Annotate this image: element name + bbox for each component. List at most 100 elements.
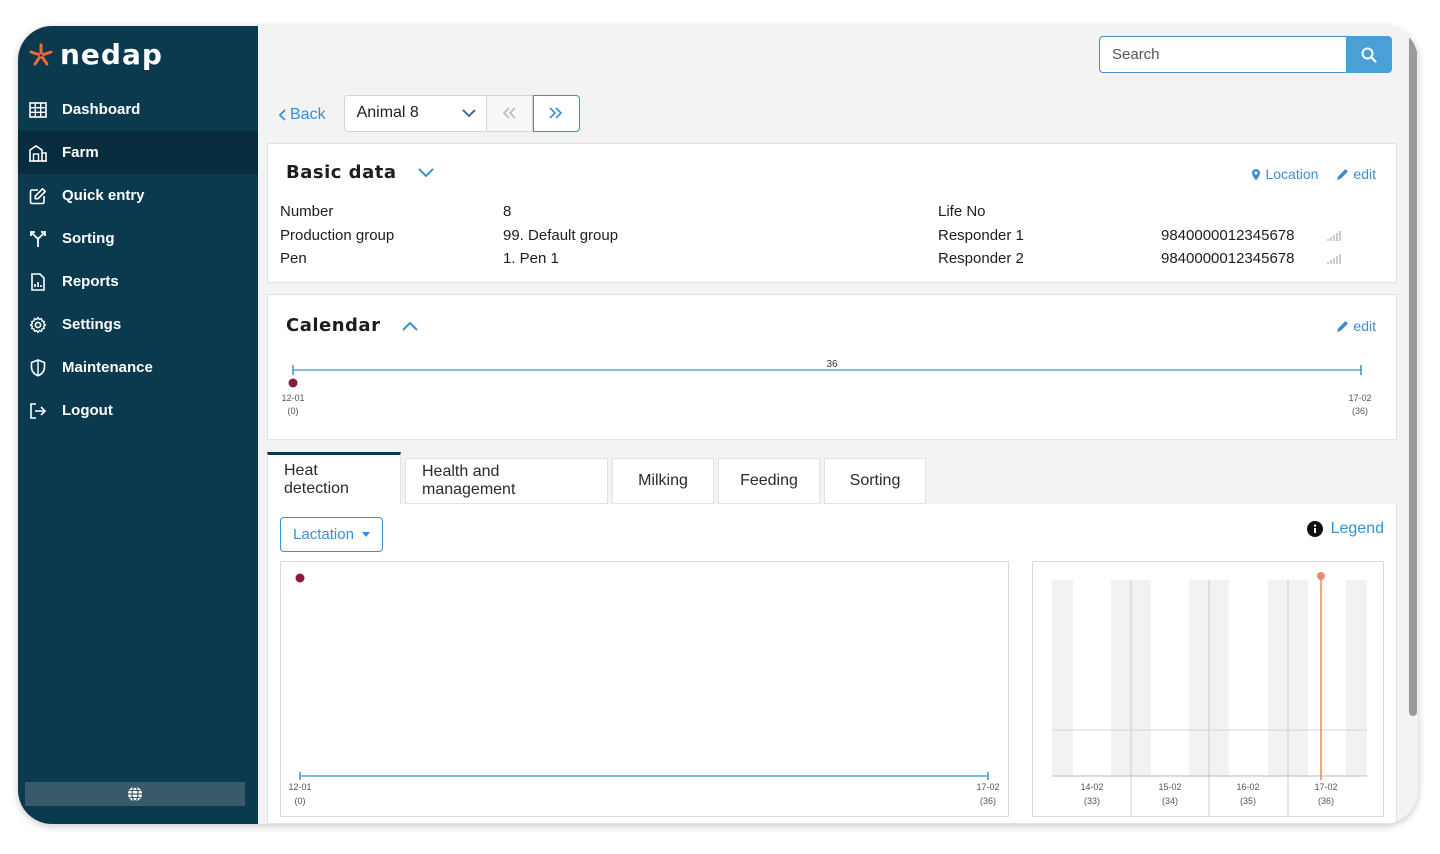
field-label-production-group: Production group [280,227,395,244]
day-band [1346,580,1367,776]
animal-select[interactable]: Animal 8 [343,94,487,132]
sidebar-item-settings[interactable]: Settings [18,303,258,346]
caret-down-icon [361,532,370,537]
sidebar-item-label: Sorting [62,230,115,247]
main-chart-start-day: (0) [295,796,306,806]
search-button[interactable] [1346,36,1392,73]
shield-icon [28,358,48,378]
heat-activity-chart: 14-02 (33) 15-02 (34) 16-02 (35) 17-02 (… [1032,561,1384,817]
field-label-number: Number [280,203,334,220]
next-animal-button[interactable] [532,94,580,132]
search-bar [1099,36,1392,73]
calendar-card: Calendar edit 36 12-01 (0) 17-02 (36) [267,294,1397,440]
field-value-pen: 1. Pen 1 [503,250,559,267]
timeline-end-date: 17-02 [1348,393,1371,403]
sidebar-item-label: Farm [62,144,99,161]
sidebar-item-label: Dashboard [62,101,141,118]
signal-strength-icon [1327,231,1341,241]
sidebar-item-quick-entry[interactable]: Quick entry [18,174,258,217]
sidebar-item-dashboard[interactable]: Dashboard [18,88,258,131]
fork-icon [28,229,48,249]
sidebar-item-sorting[interactable]: Sorting [18,217,258,260]
pencil-icon [1337,168,1349,180]
animal-toolbar: Back Animal 8 [278,94,580,132]
collapse-toggle[interactable] [418,167,435,178]
heat-marker-dot[interactable] [1317,572,1325,580]
tab-heat-detection[interactable]: Heat detection [267,452,401,504]
back-label: Back [290,106,326,123]
field-value-number: 8 [503,203,512,220]
basic-data-title: Basic data [286,162,397,183]
chevron-down-icon [418,167,435,177]
location-link[interactable]: Location [1251,166,1318,182]
field-label-pen: Pen [280,250,307,267]
sidebar: nedap Dashboard Farm Quick entry Sorting… [18,26,258,824]
calendar-event-dot[interactable] [288,378,298,388]
brand-name: nedap [60,38,163,71]
heat-main-chart: 12-01 (0) 17-02 (36) [280,561,1009,817]
day-number-label: (35) [1240,796,1256,806]
lactation-dropdown[interactable]: Lactation [280,517,383,552]
logo[interactable]: nedap [28,38,163,71]
sidebar-item-label: Reports [62,273,119,290]
previous-animal-button[interactable] [486,94,533,132]
nedap-star-icon [29,43,53,65]
field-label-life-no: Life No [938,203,986,220]
field-value-responder-2: 9840000012345678 [1161,250,1295,267]
double-chevron-left-icon [502,107,516,119]
timeline-start-date: 12-01 [281,393,304,403]
detail-tabs: Heat detection Health and management Mil… [267,452,930,504]
heat-event-dot[interactable] [295,573,305,583]
page-scrollbar[interactable] [1409,36,1417,716]
edit-basic-data-link[interactable]: edit [1336,166,1376,182]
tab-feeding[interactable]: Feeding [718,458,820,504]
sidebar-nav: Dashboard Farm Quick entry Sorting Repor… [18,88,258,432]
signal-strength-icon [1327,254,1341,264]
sidebar-item-label: Maintenance [62,359,153,376]
main-chart-end-day: (36) [980,796,996,806]
search-icon [1361,47,1377,63]
sidebar-item-reports[interactable]: Reports [18,260,258,303]
day-date-label: 16-02 [1236,782,1259,792]
timeline-end-day: (36) [1352,406,1368,416]
day-number-label: (36) [1318,796,1334,806]
legend-label: Legend [1330,520,1384,537]
day-date-label: 15-02 [1158,782,1181,792]
timeline-span-label: 36 [826,359,838,370]
heat-main-chart-svg: 12-01 (0) 17-02 (36) [288,573,1000,806]
sidebar-item-logout[interactable]: Logout [18,389,258,432]
globe-icon [128,786,142,802]
sidebar-item-farm[interactable]: Farm [18,131,258,174]
day-number-label: (34) [1162,796,1178,806]
day-date-label: 14-02 [1080,782,1103,792]
tab-sorting[interactable]: Sorting [824,458,926,504]
field-value-responder-1: 9840000012345678 [1161,227,1295,244]
tab-milking[interactable]: Milking [612,458,714,504]
heat-detection-panel: Lactation Legend 12-01 (0) 17-02 (36) 14… [267,504,1397,824]
sidebar-item-maintenance[interactable]: Maintenance [18,346,258,389]
day-date-label: 17-02 [1314,782,1337,792]
heat-activity-chart-svg: 14-02 (33) 15-02 (34) 16-02 (35) 17-02 (… [1052,572,1367,816]
legend-link[interactable]: Legend [1306,520,1384,538]
back-link[interactable]: Back [278,106,326,124]
field-label-responder-2: Responder 2 [938,250,1024,267]
edit-icon [28,186,48,206]
tab-health-and-management[interactable]: Health and management [405,458,608,504]
farm-icon [28,143,48,163]
double-chevron-right-icon [549,107,563,119]
search-input[interactable] [1099,36,1346,73]
sidebar-item-label: Logout [62,402,113,419]
map-pin-icon [1252,168,1261,180]
logout-icon [28,401,48,421]
report-icon [28,272,48,292]
chevron-left-icon [278,109,286,121]
edit-label: edit [1353,166,1376,182]
sidebar-item-label: Settings [62,316,122,333]
main-chart-end-date: 17-02 [976,782,999,792]
location-label: Location [1265,166,1319,182]
language-selector[interactable] [25,782,245,806]
basic-data-card: Basic data Location edit Number 8 Produc… [267,143,1397,283]
app-window: nedap Dashboard Farm Quick entry Sorting… [18,26,1418,824]
field-label-responder-1: Responder 1 [938,227,1024,244]
field-value-production-group: 99. Default group [503,227,619,244]
